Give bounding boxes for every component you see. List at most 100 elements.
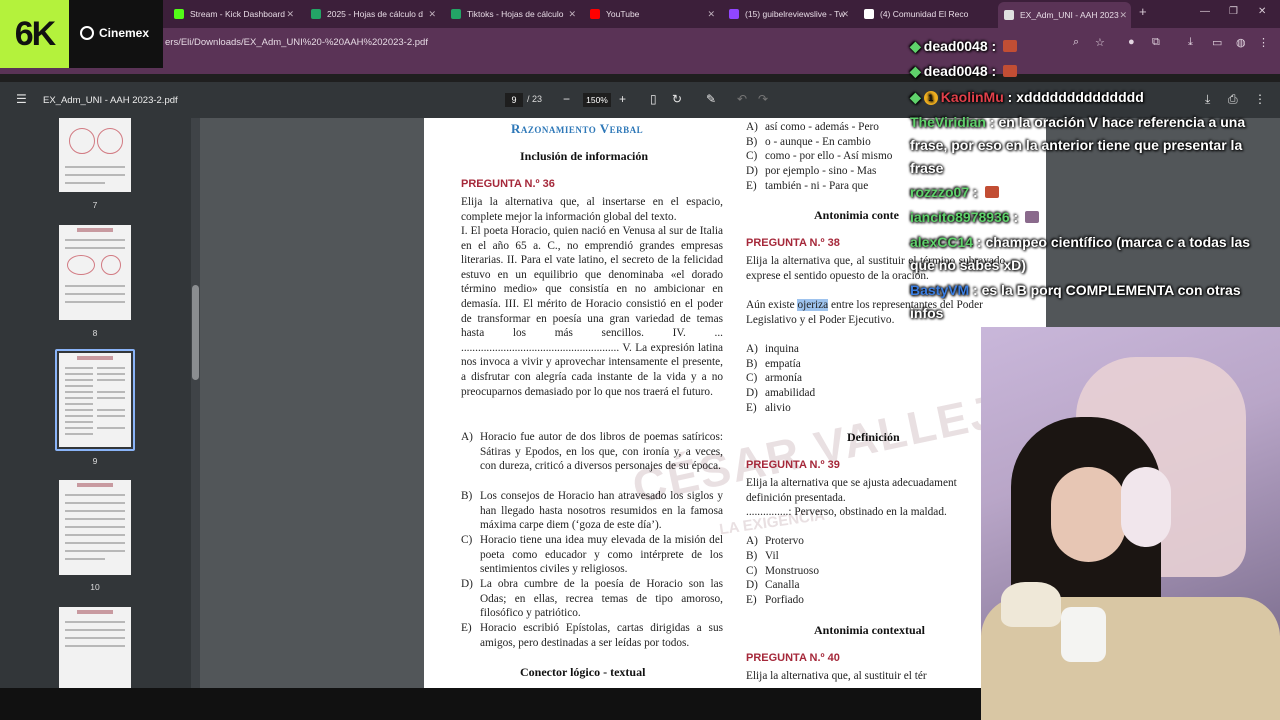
- option-e[interactable]: E) también - ni - Para que: [746, 179, 868, 194]
- emote-icon: [1003, 65, 1018, 77]
- tab-active-pdf[interactable]: EX_Adm_UNI - AAH 2023 ✕: [998, 2, 1131, 28]
- option-a[interactable]: A) Horacio fue autor de dos libros de poe…: [461, 430, 723, 474]
- close-tab-icon[interactable]: ✕: [1119, 10, 1127, 21]
- sponsor-logo: Cinemex: [80, 26, 149, 40]
- tab-youtube[interactable]: YouTube ✕: [584, 4, 719, 24]
- option-a[interactable]: A) Protervo: [746, 534, 804, 549]
- tab-x-community[interactable]: (4) Comunidad El Reco: [858, 4, 993, 24]
- chat-text: xdddddddddddddd: [1016, 89, 1144, 105]
- emote-icon: [984, 186, 999, 198]
- avatar[interactable]: ◍: [1236, 36, 1246, 49]
- sidebar-scrollbar-thumb[interactable]: [192, 285, 199, 380]
- close-tab-icon[interactable]: ✕: [568, 9, 576, 20]
- more-icon[interactable]: ⋮: [1254, 92, 1266, 106]
- sidebar-toggle-icon[interactable]: ▭: [1212, 36, 1222, 49]
- thumb-text: [97, 367, 125, 369]
- sidebar-scrollbar[interactable]: [191, 118, 200, 688]
- print-icon[interactable]: ⎙: [1228, 92, 1238, 107]
- close-tab-icon[interactable]: ✕: [707, 9, 715, 20]
- url-field[interactable]: ers/Eli/Downloads/EX_Adm_UNI%20-%20AAH%2…: [165, 37, 428, 48]
- subheading: Definición: [847, 430, 900, 444]
- face-shape: [1051, 467, 1126, 562]
- rotate-icon[interactable]: ↻: [672, 92, 682, 106]
- option-b[interactable]: B) empatía: [746, 357, 801, 372]
- chat-message: ◆ 1 KaolinMu : xdddddddddddddd: [910, 89, 1144, 105]
- tab-sheets-tiktoks[interactable]: Tiktoks - Hojas de cálculo ✕: [445, 4, 580, 24]
- thumb-text: [97, 373, 125, 375]
- option-d[interactable]: D) Canalla: [746, 578, 800, 593]
- option-d[interactable]: D) La obra cumbre de la poesía de Horacio…: [461, 577, 723, 621]
- tab-kick-dashboard[interactable]: Stream - Kick Dashboard ✕: [168, 4, 298, 24]
- kick-icon: [174, 9, 184, 19]
- minimize-icon[interactable]: —: [1200, 6, 1210, 17]
- selected-word[interactable]: ojeriza: [797, 299, 829, 311]
- extension-icon[interactable]: ●: [1128, 36, 1135, 48]
- option-a[interactable]: A) inquina: [746, 342, 799, 357]
- thumb-text: [65, 542, 125, 544]
- thumbnail-page-11[interactable]: [59, 607, 131, 688]
- option-b[interactable]: B) Los consejos de Horacio han atravesado…: [461, 489, 723, 533]
- puzzle-icon[interactable]: ⧉: [1152, 36, 1160, 49]
- bookmark-star-icon[interactable]: ☆: [1095, 36, 1105, 49]
- sub-badge-icon: 1: [923, 91, 938, 105]
- tab-twitch[interactable]: (15) guibelreviewslive - Tw ✕: [723, 4, 853, 24]
- thumb-text: [65, 637, 125, 639]
- kebab-menu-icon[interactable]: ⋮: [1258, 36, 1269, 49]
- thumbnail-page-10[interactable]: [59, 480, 131, 575]
- thumb-text: [65, 397, 93, 399]
- restore-icon[interactable]: ❐: [1229, 6, 1238, 17]
- thumb-text: [65, 367, 93, 369]
- menu-icon[interactable]: ☰: [16, 92, 27, 106]
- page-number-input[interactable]: 9: [505, 93, 523, 107]
- option-c[interactable]: C) Horacio tiene una idea muy elevada de …: [461, 533, 723, 577]
- chat-username: dead0048: [923, 38, 988, 54]
- option-b[interactable]: B) Vil: [746, 549, 779, 564]
- zoom-input[interactable]: 150%: [583, 93, 611, 107]
- close-tab-icon[interactable]: ✕: [286, 9, 294, 20]
- option-d[interactable]: D) por ejemplo - sino - Mas: [746, 164, 876, 179]
- option-c[interactable]: C) como - por ello - Así mismo: [746, 149, 892, 164]
- option-b[interactable]: B) o - aunque - En cambio: [746, 135, 871, 150]
- thumbnail-page-8[interactable]: [59, 225, 131, 320]
- thumb-text: [65, 502, 125, 504]
- download-icon[interactable]: ⤓: [1205, 92, 1210, 107]
- chat-message: alexCC14 : champeo científico (marca c a…: [910, 234, 1251, 273]
- undo-icon[interactable]: ↶: [737, 92, 747, 106]
- search-icon[interactable]: ⌕: [1073, 36, 1079, 49]
- close-tab-icon[interactable]: ✕: [841, 9, 849, 20]
- thumb-text: [65, 385, 93, 387]
- thumb-figure: [101, 255, 121, 275]
- page-total: / 23: [527, 94, 543, 104]
- close-tab-icon[interactable]: ✕: [428, 9, 436, 20]
- chat-message: ◆ dead0048 :: [910, 35, 1018, 58]
- tab-sheets-2025[interactable]: 2025 - Hojas de cálculo d ✕: [305, 4, 440, 24]
- download-icon[interactable]: ⤓: [1188, 36, 1193, 49]
- emote-icon: [1003, 40, 1018, 52]
- chat-message: iancito8978936 :: [910, 206, 1040, 229]
- thumbnail-page-7[interactable]: [59, 118, 131, 192]
- thumbnail-label: 8: [92, 328, 98, 338]
- annotate-icon[interactable]: ✎: [706, 92, 716, 106]
- chat-username: alexCC14: [910, 234, 974, 250]
- option-a[interactable]: A) así como - además - Pero: [746, 120, 879, 135]
- option-e[interactable]: E) Porfiado: [746, 593, 804, 608]
- close-window-icon[interactable]: ✕: [1258, 6, 1266, 17]
- bookmarks-bar: [0, 58, 1280, 74]
- fit-page-icon[interactable]: ▯: [650, 92, 657, 106]
- zoom-out-icon[interactable]: −: [563, 92, 570, 106]
- bow-shape: [1001, 582, 1061, 627]
- thumb-text: [65, 403, 93, 405]
- thumb-text: [65, 518, 125, 520]
- option-d[interactable]: D) amabilidad: [746, 386, 815, 401]
- option-c[interactable]: C) armonía: [746, 371, 802, 386]
- option-c[interactable]: C) Monstruoso: [746, 564, 819, 579]
- zoom-in-icon[interactable]: +: [619, 92, 626, 106]
- option-e[interactable]: E) Horacio escribió Epístolas, cartas dir…: [461, 621, 723, 650]
- option-e[interactable]: E) alivio: [746, 401, 791, 416]
- new-tab-button[interactable]: +: [1139, 4, 1147, 19]
- youtube-icon: [590, 9, 600, 19]
- thumbnail-page-9[interactable]: [59, 353, 131, 447]
- sheets-icon: [451, 9, 461, 19]
- redo-icon[interactable]: ↷: [758, 92, 768, 106]
- question-title: PREGUNTA N.º 36: [461, 178, 555, 190]
